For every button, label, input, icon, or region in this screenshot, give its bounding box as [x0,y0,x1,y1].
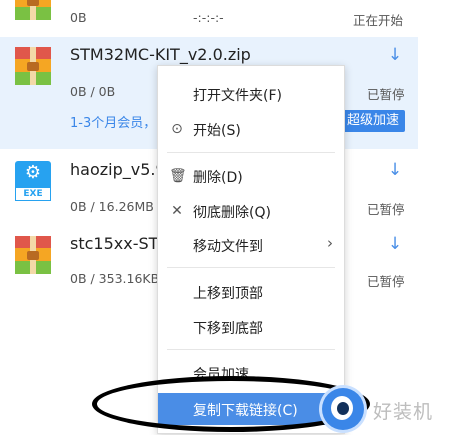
file-name[interactable]: STM32MC-KIT_v2.0.zip [70,45,251,64]
super-speedup-button[interactable]: 超级加速 [341,110,405,132]
close-icon: ✕ [171,203,183,219]
menu-divider [167,349,335,350]
file-size: 0B [70,10,87,25]
file-status: 已暂停 [367,87,405,102]
chevron-right-icon: › [327,234,333,252]
play-icon: ⊙ [171,121,183,137]
menu-item-open-folder[interactable]: 打开文件夹(F) [158,79,344,109]
download-arrow-icon[interactable]: ↓ [387,46,403,64]
gear-icon: ⚙ [24,162,42,183]
file-status: 已暂停 [367,202,405,217]
menu-item-delete[interactable]: 🗑 删除(D) [158,161,344,191]
file-name[interactable]: haozip_v5.9 [70,160,166,179]
download-arrow-icon[interactable]: ↓ [387,235,403,253]
file-icon-archive [15,236,51,274]
file-size: 0B / 353.16KB [70,271,160,286]
trash-icon: 🗑 [169,168,187,184]
file-status: 正在开始 [353,13,404,28]
menu-item-move-to-bottom[interactable]: 下移到底部 [158,312,344,342]
menu-item-start[interactable]: ⊙ 开始(S) [158,114,344,144]
download-arrow-icon[interactable]: ↓ [387,161,403,179]
watermark-logo-icon [322,388,364,430]
file-name[interactable]: stc15xx-STC [70,234,169,253]
menu-item-delete-permanently[interactable]: ✕ 彻底删除(Q) [158,196,344,226]
file-icon-archive [15,47,51,85]
menu-divider [167,267,335,268]
file-size: 0B / 16.26MB [70,199,154,214]
menu-item-move-to-top[interactable]: 上移到顶部 [158,277,344,307]
file-eta: -:-:-:- [193,10,224,25]
watermark-text: 好装机 [373,401,434,423]
exe-icon: ⚙ EXE [15,161,51,201]
exe-label: EXE [15,187,51,201]
file-size: 0B / 0B [70,84,116,99]
menu-divider [167,152,335,153]
file-icon-archive [15,0,51,20]
file-status: 已暂停 [367,274,405,289]
member-promo-text: 1-3个月会员， [70,116,157,131]
menu-item-move-file-to[interactable]: 移动文件到 › [158,230,344,260]
